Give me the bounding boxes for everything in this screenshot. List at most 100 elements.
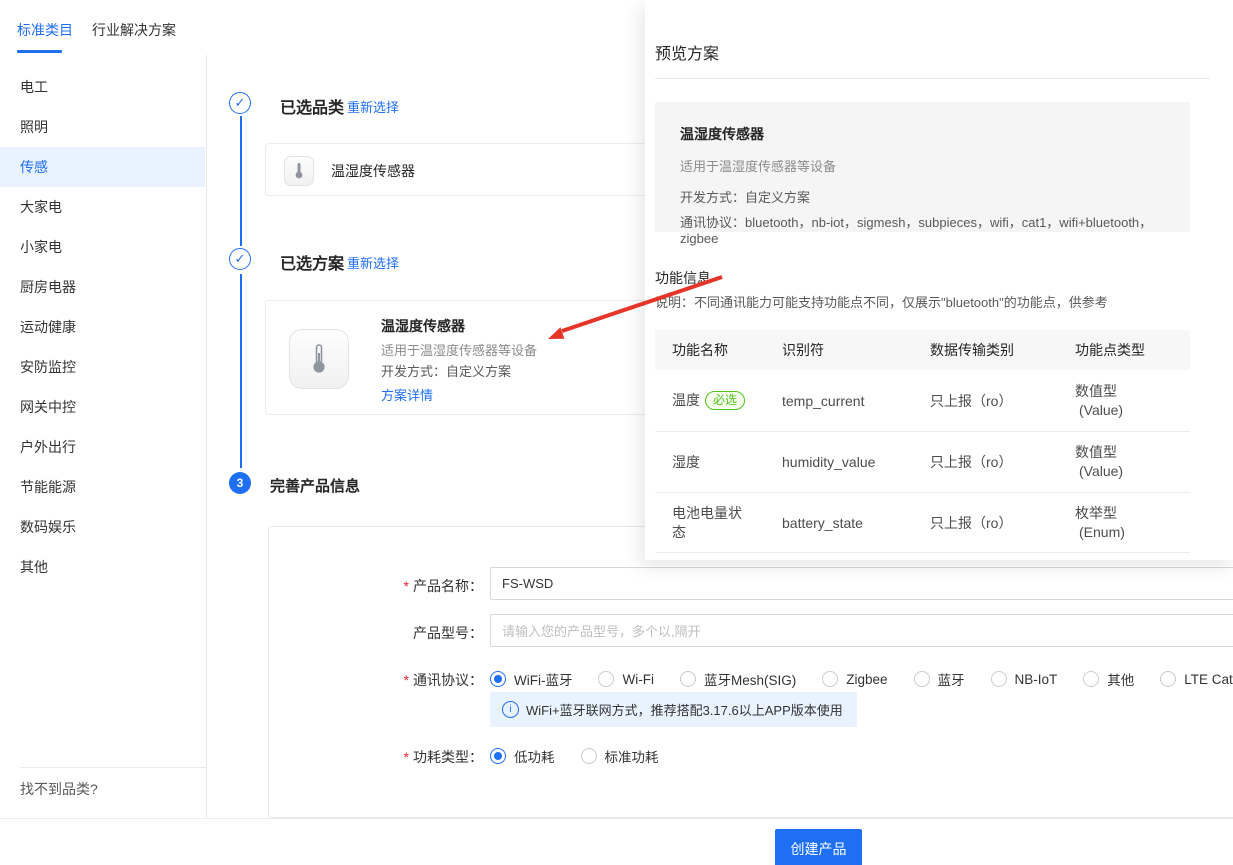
sidebar-item-energy[interactable]: 节能能源 <box>0 467 205 507</box>
function-info-title: 功能信息 <box>655 268 711 288</box>
identifier-cell: humidity_value <box>782 454 930 470</box>
cannot-find-category-link[interactable]: 找不到品类? <box>20 779 98 799</box>
radio-lte-cat1[interactable]: LTE Cat.1 <box>1160 671 1233 687</box>
protocol-hint-box: i WiFi+蓝牙联网方式，推荐搭配3.17.6以上APP版本使用 <box>490 692 857 727</box>
step3-title: 完善产品信息 <box>270 475 360 496</box>
protocol-radio-group: WiFi-蓝牙 Wi-Fi 蓝牙Mesh(SIG) Zigbee 蓝牙 NB-I… <box>490 669 1233 689</box>
preview-solution-desc: 适用于温湿度传感器等设备 <box>680 156 1190 175</box>
radio-icon[interactable] <box>1083 671 1099 687</box>
preview-solution-drawer: 预览方案 温湿度传感器 适用于温湿度传感器等设备 开发方式：自定义方案 通讯协议… <box>645 0 1233 560</box>
protocol-label: *通讯协议： <box>303 670 483 690</box>
radio-other[interactable]: 其他 <box>1083 669 1134 689</box>
preview-summary-card: 温湿度传感器 适用于温湿度传感器等设备 开发方式：自定义方案 通讯协议：blue… <box>655 102 1190 232</box>
active-tab-underline <box>17 50 62 53</box>
function-info-note: 说明：不同通讯能力可能支持功能点不同，仅展示"bluetooth"的功能点，供参… <box>655 292 1108 311</box>
category-tabbar: 标准类目 行业解决方案 <box>0 0 645 55</box>
table-row: 湿度 humidity_value 只上报（ro） 数值型(Value) <box>655 432 1190 493</box>
radio-icon[interactable] <box>914 671 930 687</box>
preview-solution-name: 温湿度传感器 <box>680 124 1190 144</box>
transfer-cell: 只上报（ro） <box>930 513 1075 533</box>
sidebar-item-lighting[interactable]: 照明 <box>0 107 205 147</box>
col-transfer-type: 数据传输类别 <box>930 340 1075 360</box>
thermometer-icon-large <box>289 329 349 389</box>
sidebar-item-gateway[interactable]: 网关中控 <box>0 387 205 427</box>
radio-icon[interactable] <box>490 671 506 687</box>
radio-icon[interactable] <box>581 748 597 764</box>
step1-title: 已选品类 <box>280 94 344 118</box>
sidebar-item-health[interactable]: 运动健康 <box>0 307 205 347</box>
radio-zigbee[interactable]: Zigbee <box>822 671 887 687</box>
function-name-cell: 湿度 <box>672 453 754 472</box>
step-connector-1 <box>240 116 242 246</box>
drawer-title-divider <box>655 78 1210 79</box>
sidebar-item-electrical[interactable]: 电工 <box>0 67 205 107</box>
selected-category-name: 温湿度传感器 <box>331 161 415 181</box>
radio-wifi[interactable]: Wi-Fi <box>598 671 653 687</box>
radio-icon[interactable] <box>598 671 614 687</box>
product-name-label: *产品名称： <box>303 576 483 596</box>
thermometer-icon <box>284 156 314 186</box>
solution-detail-link[interactable]: 方案详情 <box>381 385 433 404</box>
tab-standard-category[interactable]: 标准类目 <box>17 20 73 40</box>
transfer-cell: 只上报（ro） <box>930 452 1075 472</box>
product-name-input[interactable]: FS-WSD <box>490 567 1233 600</box>
radio-bt-mesh[interactable]: 蓝牙Mesh(SIG) <box>680 669 796 689</box>
radio-low-power[interactable]: 低功耗 <box>490 746 555 766</box>
step1-check-icon: ✓ <box>229 92 251 114</box>
step1-reselect-link[interactable]: 重新选择 <box>347 97 399 116</box>
required-asterisk: * <box>404 672 409 688</box>
identifier-cell: temp_current <box>782 393 930 409</box>
product-model-placeholder: 请输入您的产品型号，多个以,隔开 <box>502 621 701 640</box>
table-row: 温度必选 temp_current 只上报（ro） 数值型(Value) <box>655 370 1190 432</box>
sidebar-item-security[interactable]: 安防监控 <box>0 347 205 387</box>
sidebar-item-kitchen[interactable]: 厨房电器 <box>0 267 205 307</box>
radio-icon[interactable] <box>991 671 1007 687</box>
radio-icon[interactable] <box>680 671 696 687</box>
transfer-cell: 只上报（ro） <box>930 391 1075 411</box>
product-create-page: 标准类目 行业解决方案 电工 照明 传感 大家电 小家电 厨房电器 运动健康 安… <box>0 0 1233 865</box>
solution-desc: 适用于温湿度传感器等设备 <box>381 340 537 359</box>
protocol-hint-text: WiFi+蓝牙联网方式，推荐搭配3.17.6以上APP版本使用 <box>526 700 843 719</box>
solution-dev-mode: 开发方式：自定义方案 <box>381 361 511 380</box>
required-asterisk: * <box>404 749 409 765</box>
solution-name: 温湿度传感器 <box>381 316 465 336</box>
tab-industry-solutions[interactable]: 行业解决方案 <box>92 20 176 40</box>
radio-wifi-bt[interactable]: WiFi-蓝牙 <box>490 669 572 689</box>
radio-icon[interactable] <box>1160 671 1176 687</box>
product-model-input[interactable]: 请输入您的产品型号，多个以,隔开 <box>490 614 1233 647</box>
step-connector-2 <box>240 274 242 468</box>
col-identifier: 识别符 <box>782 340 930 360</box>
product-model-label: 产品型号： <box>303 623 483 643</box>
radio-icon[interactable] <box>490 748 506 764</box>
create-product-button[interactable]: 创建产品 <box>775 829 862 865</box>
info-icon: i <box>502 701 519 718</box>
table-row: 电池电量状态 battery_state 只上报（ro） 枚举型(Enum) <box>655 493 1190 553</box>
radio-standard-power[interactable]: 标准功耗 <box>581 746 659 766</box>
function-table: 功能名称 识别符 数据传输类别 功能点类型 温度必选 temp_current … <box>655 330 1190 553</box>
step2-title: 已选方案 <box>280 250 344 274</box>
function-name-cell: 温度必选 <box>672 391 754 410</box>
sidebar-item-other[interactable]: 其他 <box>0 547 205 587</box>
sidebar-item-outdoor[interactable]: 户外出行 <box>0 427 205 467</box>
required-badge: 必选 <box>705 391 745 410</box>
type-cell: 枚举型(Enum) <box>1075 504 1190 542</box>
sidebar-item-small-appliance[interactable]: 小家电 <box>0 227 205 267</box>
radio-icon[interactable] <box>822 671 838 687</box>
power-type-label: *功耗类型： <box>303 747 483 767</box>
step2-reselect-link[interactable]: 重新选择 <box>347 253 399 272</box>
sidebar-item-entertainment[interactable]: 数码娱乐 <box>0 507 205 547</box>
preview-dev-mode: 开发方式：自定义方案 <box>680 187 1190 206</box>
footer-bar: 创建产品 <box>0 818 1233 865</box>
sidebar-item-sensor[interactable]: 传感 <box>0 147 205 187</box>
power-type-radio-group: 低功耗 标准功耗 <box>490 746 659 766</box>
sidebar-item-large-appliance[interactable]: 大家电 <box>0 187 205 227</box>
radio-bluetooth[interactable]: 蓝牙 <box>914 669 965 689</box>
preview-protocols: 通讯协议：bluetooth，nb-iot，sigmesh，subpieces，… <box>680 212 1190 246</box>
type-cell: 数值型(Value) <box>1075 382 1190 420</box>
radio-nbiot[interactable]: NB-IoT <box>991 671 1058 687</box>
col-datapoint-type: 功能点类型 <box>1075 340 1190 360</box>
identifier-cell: battery_state <box>782 515 930 531</box>
function-table-header: 功能名称 识别符 数据传输类别 功能点类型 <box>655 330 1190 370</box>
category-sidebar: 电工 照明 传感 大家电 小家电 厨房电器 运动健康 安防监控 网关中控 户外出… <box>0 55 207 818</box>
sidebar-footer-divider <box>20 767 206 768</box>
